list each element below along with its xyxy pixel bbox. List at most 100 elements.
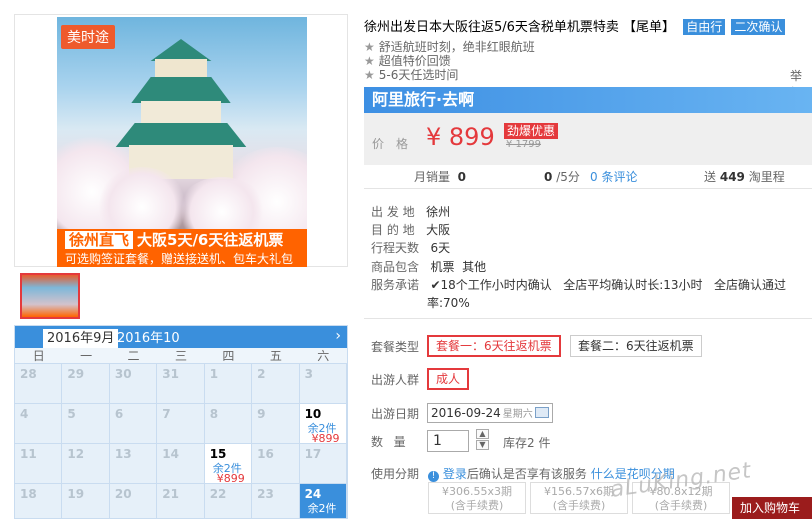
brand-bar: 阿里旅行·去啊 bbox=[364, 87, 812, 113]
package-option-1[interactable]: 套餐一：6天往返机票 bbox=[427, 335, 561, 357]
banner-subtitle: 可选购签证套餐，赠送接送机、包车大礼包 bbox=[57, 251, 307, 267]
calendar-day: 31 bbox=[157, 364, 205, 404]
day-number: 2 bbox=[257, 367, 266, 381]
reviews-link[interactable]: 0 条评论 bbox=[590, 165, 637, 189]
calendar-day: 19 bbox=[62, 484, 110, 518]
monthly-sales: 月销量 0 bbox=[414, 170, 467, 184]
gallery-thumbnail[interactable] bbox=[20, 273, 80, 319]
qty-decrease-icon[interactable]: ▼ bbox=[476, 440, 489, 450]
day-number: 11 bbox=[20, 447, 37, 461]
login-link[interactable]: 登录 bbox=[443, 467, 467, 481]
day-number: 17 bbox=[304, 447, 322, 461]
installment-label: 使用分期 bbox=[371, 467, 420, 481]
day-number: 4 bbox=[20, 407, 29, 421]
points-reward: 送 449 淘里程 bbox=[704, 170, 785, 184]
calendar-day: 9 bbox=[252, 404, 300, 444]
info-row-service-cont: 率:70% bbox=[427, 296, 470, 310]
info-icon: ! bbox=[428, 471, 439, 482]
star-icon: ★ bbox=[364, 68, 375, 82]
travel-date-input[interactable]: 2016-09-24 星期六 bbox=[427, 403, 553, 423]
rating: 0 /5分 bbox=[544, 170, 580, 184]
calendar-day: 6 bbox=[109, 404, 158, 444]
brand-logo: 美时途 bbox=[61, 25, 115, 49]
day-number: 28 bbox=[20, 367, 37, 381]
calendar-day: 11 bbox=[15, 444, 63, 484]
add-to-cart-button[interactable]: 加入购物车 bbox=[732, 497, 812, 519]
current-price: ¥ 899 bbox=[426, 123, 495, 151]
calendar-day: 16 bbox=[252, 444, 300, 484]
installment-option-3[interactable]: ¥306.55x3期 (含手续费) bbox=[428, 482, 526, 514]
calendar-day: 7 bbox=[157, 404, 205, 444]
day-number: 31 bbox=[162, 367, 179, 381]
day-number: 20 bbox=[114, 487, 132, 501]
day-number: 14 bbox=[162, 447, 179, 461]
calendar-day[interactable]: 15 余2件 ¥899 bbox=[204, 444, 253, 485]
calendar-day: 1 bbox=[204, 364, 253, 404]
sales-stats: 月销量 0 0 /5分 0 条评论 送 449 淘里程 bbox=[364, 165, 812, 189]
price-box: 价格 ¥ 899 劲爆优惠 ¥ 1799 bbox=[364, 113, 812, 165]
day-number: 7 bbox=[162, 407, 171, 421]
calendar-day: 2 bbox=[252, 364, 300, 404]
calendar-day: 5 bbox=[62, 404, 110, 444]
calendar-day: 29 bbox=[62, 364, 110, 404]
day-number: 18 bbox=[20, 487, 37, 501]
calendar-day: 23 bbox=[252, 484, 300, 518]
calendar-day: 21 bbox=[157, 484, 205, 518]
package-label: 套餐类型 bbox=[371, 340, 420, 354]
calendar-day: 8 bbox=[204, 404, 253, 444]
day-number: 6 bbox=[114, 407, 124, 421]
day-number: 3 bbox=[304, 367, 313, 381]
info-row-service: 服务承诺 ✔18个工作小时内确认 全店平均确认时长:13小时 全店确认通过 bbox=[371, 278, 787, 292]
day-number: 13 bbox=[114, 447, 132, 461]
tab-month-current[interactable]: 2016年9月 bbox=[43, 329, 119, 348]
tab-month-next[interactable]: 2016年10 bbox=[117, 329, 180, 348]
day-number: 12 bbox=[67, 447, 85, 461]
calendar-day: 12 bbox=[62, 444, 110, 484]
product-photo: 美时途 徐州直飞 大阪5天/6天往返机票 可选购签证套餐，赠送接送机、包车大礼包 bbox=[57, 17, 307, 267]
day-number: 10 bbox=[304, 407, 322, 421]
feature-item: ★ 5-6天任选时间 bbox=[364, 68, 459, 82]
weekday-label: 六 bbox=[317, 349, 330, 363]
product-title: 徐州出发日本大阪往返5/6天含税单机票特卖 【尾单】 自由行 二次确认 bbox=[364, 16, 786, 35]
original-price: ¥ 1799 bbox=[506, 139, 541, 150]
divider bbox=[364, 318, 812, 319]
tag-free-travel: 自由行 bbox=[683, 19, 726, 35]
calendar-day: 4 bbox=[15, 404, 63, 444]
banner-tag: 徐州直飞 bbox=[65, 231, 134, 249]
day-number: 1 bbox=[209, 367, 219, 381]
qty-increase-icon[interactable]: ▲ bbox=[476, 429, 489, 439]
check-icon: ✔ bbox=[430, 278, 441, 292]
calendar-header: 2016年9月 2016年10 › bbox=[15, 326, 347, 348]
stock-count: 库存2 件 bbox=[503, 436, 551, 450]
calendar-day: 18 bbox=[15, 484, 63, 518]
day-number: 24 bbox=[304, 487, 322, 501]
calendar-day[interactable]: 24 余2件 bbox=[299, 484, 347, 518]
main-product-image: 美时途 徐州直飞 大阪5天/6天往返机票 可选购签证套餐，赠送接送机、包车大礼包 bbox=[14, 14, 348, 267]
calendar-day: 22 bbox=[204, 484, 253, 518]
tag-reconfirm: 二次确认 bbox=[731, 19, 786, 35]
day-number: 23 bbox=[257, 487, 274, 501]
info-row-destination: 目 的 地 大阪 bbox=[371, 223, 451, 237]
crowd-option-adult[interactable]: 成人 bbox=[427, 368, 470, 390]
info-row-duration: 行程天数 6天 bbox=[371, 241, 451, 255]
price-label: 价格 bbox=[372, 137, 421, 151]
calendar-day: 3 bbox=[299, 364, 347, 404]
quantity-input[interactable]: 1 bbox=[427, 430, 469, 452]
day-number: 16 bbox=[257, 447, 274, 461]
calendar-day[interactable]: 10 余2件 ¥899 bbox=[299, 404, 347, 445]
calendar-day: 14 bbox=[157, 444, 205, 484]
day-number: 9 bbox=[257, 407, 266, 421]
day-stock: 余2件 bbox=[307, 502, 337, 515]
calendar-day: 17 bbox=[299, 444, 347, 484]
weekday-label: 五 bbox=[269, 349, 282, 363]
calendar-day: 13 bbox=[109, 444, 158, 484]
qty-label: 数 量 bbox=[371, 435, 407, 449]
day-number: 22 bbox=[209, 487, 227, 501]
calendar-day: 30 bbox=[109, 364, 158, 404]
next-month-arrow-icon[interactable]: › bbox=[335, 328, 341, 344]
weekday-label: 二 bbox=[127, 349, 140, 363]
package-option-2[interactable]: 套餐二：6天往返机票 bbox=[570, 335, 702, 357]
promo-banner: 徐州直飞 大阪5天/6天往返机票 bbox=[57, 229, 307, 251]
day-number: 29 bbox=[67, 367, 85, 381]
calendar-icon[interactable] bbox=[535, 407, 549, 418]
